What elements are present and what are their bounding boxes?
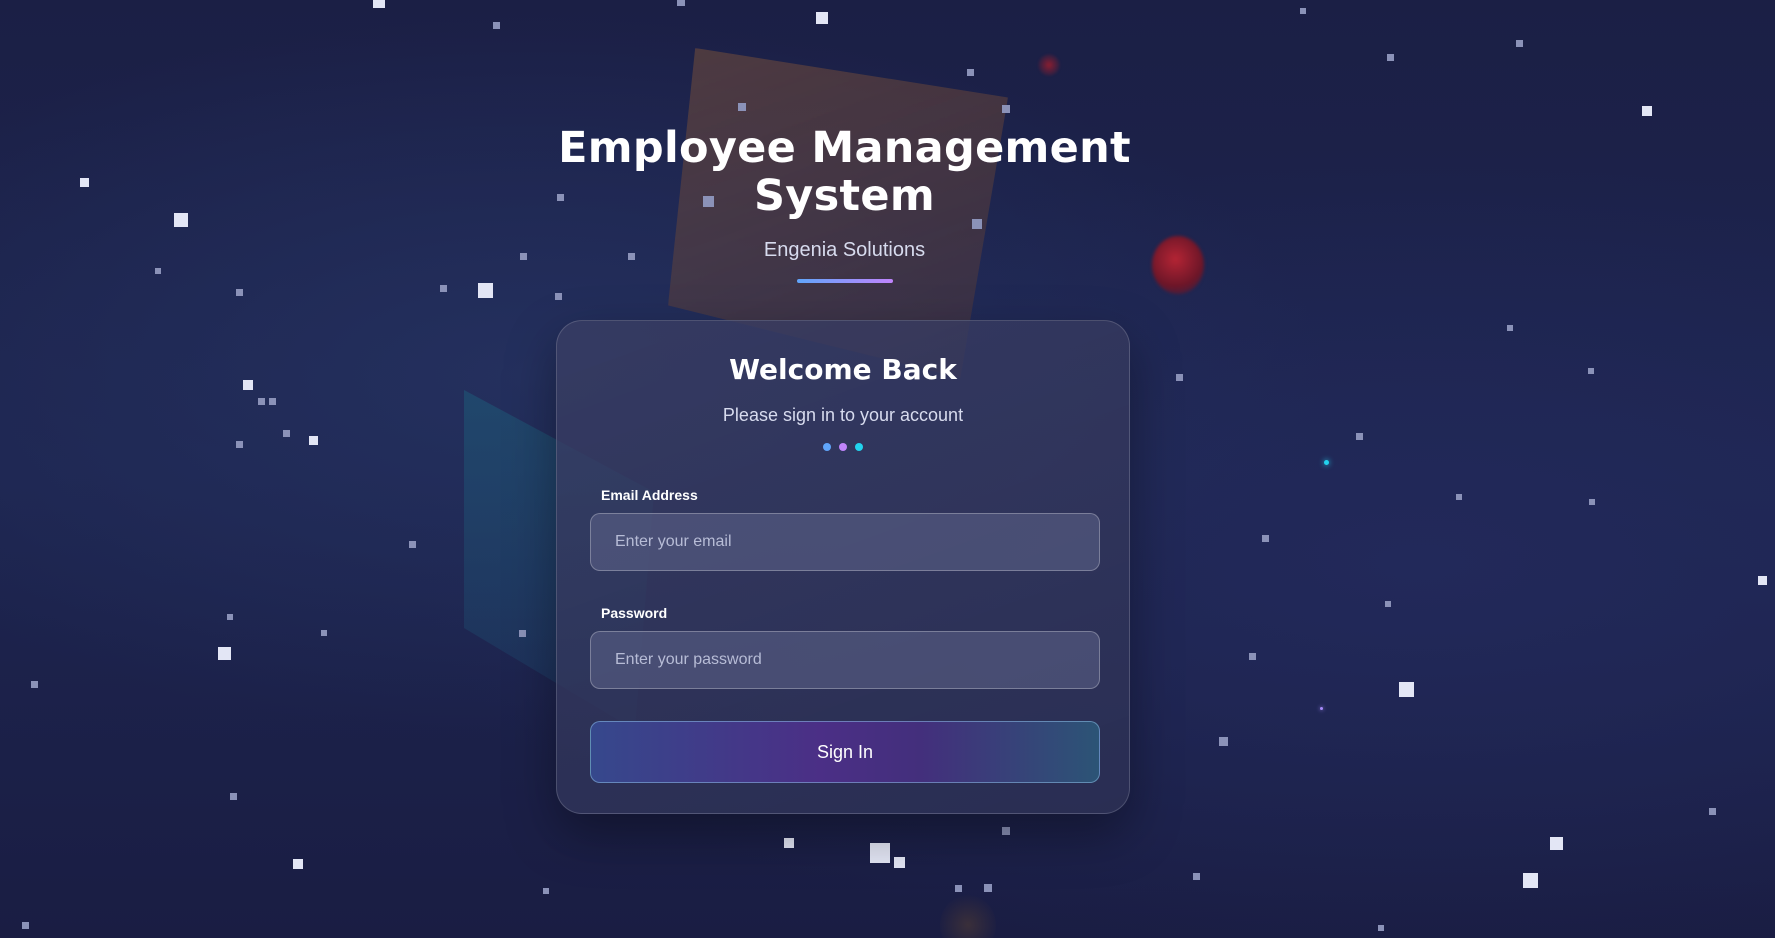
background-particle [293, 859, 303, 869]
background-particle [269, 398, 276, 405]
background-particle [738, 103, 746, 111]
login-title: Welcome Back [729, 353, 957, 386]
background-particle [309, 436, 318, 445]
dot-cyan-icon [855, 443, 863, 451]
background-particle [227, 614, 233, 620]
app-header: Employee Management System Engenia Solut… [0, 124, 1689, 283]
background-particle [409, 541, 416, 548]
background-particle [243, 380, 253, 390]
page-title: Employee Management System [0, 124, 1689, 220]
background-particle [1709, 808, 1716, 815]
background-particle [1758, 576, 1767, 585]
background-particle [816, 12, 828, 24]
background-particle [1002, 105, 1010, 113]
background-particle [1523, 873, 1538, 888]
background-particle [1378, 925, 1384, 931]
background-orb-shape [940, 895, 996, 938]
dot-blue-icon [823, 443, 831, 451]
background-particle [870, 843, 890, 863]
background-particle [784, 838, 794, 848]
background-particle [955, 885, 962, 892]
background-particle [1550, 837, 1563, 850]
decorative-dots [557, 443, 1129, 451]
sign-in-button[interactable]: Sign In [590, 721, 1100, 783]
background-particle [1456, 494, 1462, 500]
background-particle [1387, 54, 1394, 61]
background-particle [236, 289, 243, 296]
background-particle [1356, 433, 1363, 440]
page-title-line: System [754, 171, 935, 221]
background-particle [230, 793, 237, 800]
background-particle [373, 0, 385, 8]
background-particle [555, 293, 562, 300]
login-subtitle: Please sign in to your account [722, 405, 964, 425]
email-label: Email Address [601, 487, 698, 503]
background-particle [478, 283, 493, 298]
background-particle [1385, 601, 1391, 607]
accent-divider [796, 279, 893, 283]
background-particle [519, 630, 526, 637]
background-particle [1219, 737, 1228, 746]
background-particle [984, 884, 992, 892]
company-name: Engenia Solutions [763, 239, 926, 261]
background-particle [1320, 707, 1323, 710]
background-particle [677, 0, 685, 6]
login-card: Welcome Back Please sign in to your acco… [556, 320, 1130, 814]
background-particle [1588, 368, 1594, 374]
background-particle [31, 681, 38, 688]
background-particle [1262, 535, 1269, 542]
background-particle [1516, 40, 1523, 47]
background-particle [1249, 653, 1256, 660]
background-particle [1193, 873, 1200, 880]
background-particle [218, 647, 231, 660]
background-particle [1002, 827, 1010, 835]
background-particle [1507, 325, 1513, 331]
background-particle [1399, 682, 1414, 697]
page-title-line: Employee Management [558, 123, 1131, 173]
background-particle [283, 430, 290, 437]
background-particle [967, 69, 974, 76]
email-field[interactable] [590, 513, 1100, 571]
background-particle [543, 888, 549, 894]
background-particle [1300, 8, 1306, 14]
background-particle [1642, 106, 1652, 116]
background-particle [493, 22, 500, 29]
background-particle [321, 630, 327, 636]
background-particle [1176, 374, 1183, 381]
background-particle [258, 398, 265, 405]
background-orb-shape [1038, 54, 1060, 76]
background-particle [894, 857, 905, 868]
background-particle [440, 285, 447, 292]
password-field[interactable] [590, 631, 1100, 689]
background-particle [22, 922, 29, 929]
background-particle [1589, 499, 1595, 505]
password-label: Password [601, 605, 668, 621]
background-particle [236, 441, 243, 448]
dot-purple-icon [839, 443, 847, 451]
background-particle [1324, 460, 1329, 465]
